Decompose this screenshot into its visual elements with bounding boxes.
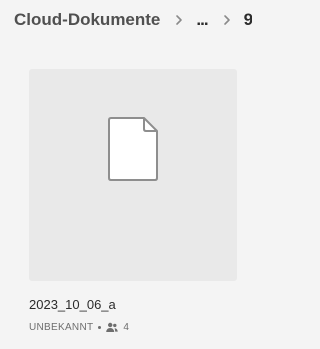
breadcrumb-current: 9fc bbox=[243, 10, 252, 29]
file-thumbnail-card[interactable] bbox=[29, 69, 237, 281]
chevron-right-icon bbox=[220, 13, 234, 27]
document-icon bbox=[107, 116, 159, 182]
separator-dot bbox=[98, 325, 102, 329]
file-name[interactable]: 2023_10_06_a bbox=[29, 297, 116, 312]
people-icon bbox=[106, 322, 119, 333]
file-status-label: UNBEKANNT bbox=[29, 321, 94, 333]
file-meta: UNBEKANNT 4 bbox=[29, 320, 129, 334]
breadcrumb-root-link[interactable]: Cloud-Dokumente bbox=[14, 10, 160, 30]
breadcrumb-ellipsis-button[interactable]: ... bbox=[196, 10, 208, 30]
breadcrumb: Cloud-Dokumente ... 9fc bbox=[14, 9, 252, 31]
shared-count: 4 bbox=[123, 321, 130, 333]
chevron-right-icon bbox=[172, 13, 186, 27]
